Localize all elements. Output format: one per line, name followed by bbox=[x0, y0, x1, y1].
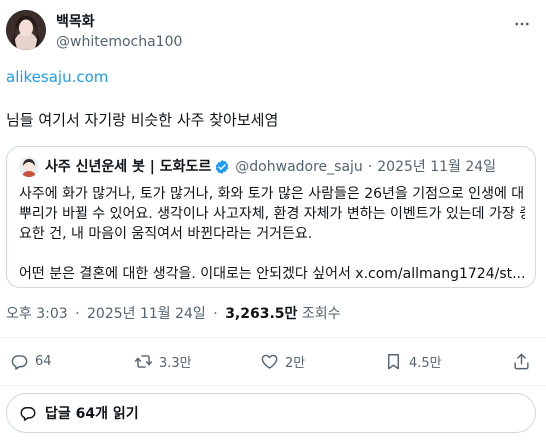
read-replies-button[interactable]: 답글 64개 읽기 bbox=[6, 393, 536, 433]
reply-button[interactable]: 64 bbox=[10, 352, 52, 371]
quoted-post[interactable]: 사주 신년운세 봇 | 도화도르 @dohwadore_saju · 2025년… bbox=[6, 146, 536, 288]
display-name[interactable]: 백목화 bbox=[56, 13, 182, 31]
post-date[interactable]: 2025년 11월 24일 bbox=[87, 306, 206, 322]
quoted-date[interactable]: 2025년 11월 24일 bbox=[377, 158, 496, 176]
post-text: 님들 여기서 자기랑 비슷한 사주 찾아보세염 bbox=[6, 111, 279, 129]
verified-badge-icon bbox=[216, 160, 229, 174]
reply-bubble-icon bbox=[20, 407, 36, 421]
repost-button[interactable]: 3.3만 bbox=[134, 352, 192, 371]
quoted-avatar[interactable] bbox=[19, 157, 39, 177]
quoted-handle[interactable]: @dohwadore_saju bbox=[235, 158, 363, 176]
bookmark-icon bbox=[388, 354, 399, 370]
quoted-text-line: 사주에 화가 많거나, 토가 많거나, 화와 토가 많은 사람들은 26년을 기… bbox=[19, 186, 525, 202]
reply-count: 64 bbox=[35, 354, 52, 369]
read-replies-label: 답글 64개 읽기 bbox=[45, 406, 139, 422]
author-block: 백목화 @whitemocha100 bbox=[56, 13, 182, 51]
user-handle[interactable]: @whitemocha100 bbox=[56, 33, 182, 51]
more-options-button[interactable] bbox=[512, 14, 532, 34]
views-label: 조회수 bbox=[301, 306, 341, 322]
more-dots-icon bbox=[515, 22, 529, 26]
action-bar: 64 3.3만 2만 4.5만 bbox=[0, 348, 546, 378]
meta-separator: · bbox=[213, 306, 218, 322]
heart-icon bbox=[261, 354, 278, 369]
avatar[interactable] bbox=[6, 10, 46, 50]
bookmark-button[interactable]: 4.5만 bbox=[384, 352, 442, 371]
quoted-display-name[interactable]: 사주 신년운세 봇 | 도화도르 bbox=[45, 158, 211, 176]
post-link[interactable]: alikesaju.com bbox=[6, 67, 108, 87]
share-button[interactable] bbox=[512, 352, 537, 371]
post-time[interactable]: 오후 3:03 bbox=[6, 306, 68, 322]
quoted-text-line: 뿌리가 바뀔 수 있어요. 생각이나 사고자체, 환경 자체가 변하는 이벤트가… bbox=[19, 206, 525, 222]
share-icon bbox=[514, 353, 529, 370]
quoted-text: 사주에 화가 많거나, 토가 많거나, 화와 토가 많은 사람들은 26년을 기… bbox=[19, 184, 525, 284]
post-meta: 오후 3:03 · 2025년 11월 24일 · 3,263.5만 조회수 bbox=[6, 305, 341, 323]
quoted-text-line: 어떤 분은 결혼에 대한 생각을. 이대로는 안되겠다 싶어서 x.com/al… bbox=[19, 266, 525, 282]
divider bbox=[0, 337, 546, 338]
quoted-separator: · bbox=[367, 159, 373, 175]
repost-icon bbox=[134, 355, 153, 368]
quoted-text-line: 요한 건, 내 마음이 움직여서 바뀐다라는 거거든요. bbox=[19, 226, 313, 242]
divider bbox=[0, 385, 546, 386]
meta-separator: · bbox=[75, 306, 80, 322]
bookmark-count: 4.5만 bbox=[409, 356, 442, 371]
post: 백목화 @whitemocha100 alikesaju.com 님들 여기서 … bbox=[0, 0, 546, 440]
repost-count: 3.3만 bbox=[159, 356, 192, 371]
views-count[interactable]: 3,263.5만 bbox=[225, 306, 297, 322]
reply-bubble-icon bbox=[11, 355, 28, 370]
like-button[interactable]: 2만 bbox=[260, 352, 305, 371]
like-count: 2만 bbox=[285, 356, 306, 371]
quoted-post-header: 사주 신년운세 봇 | 도화도르 @dohwadore_saju · 2025년… bbox=[19, 157, 496, 177]
